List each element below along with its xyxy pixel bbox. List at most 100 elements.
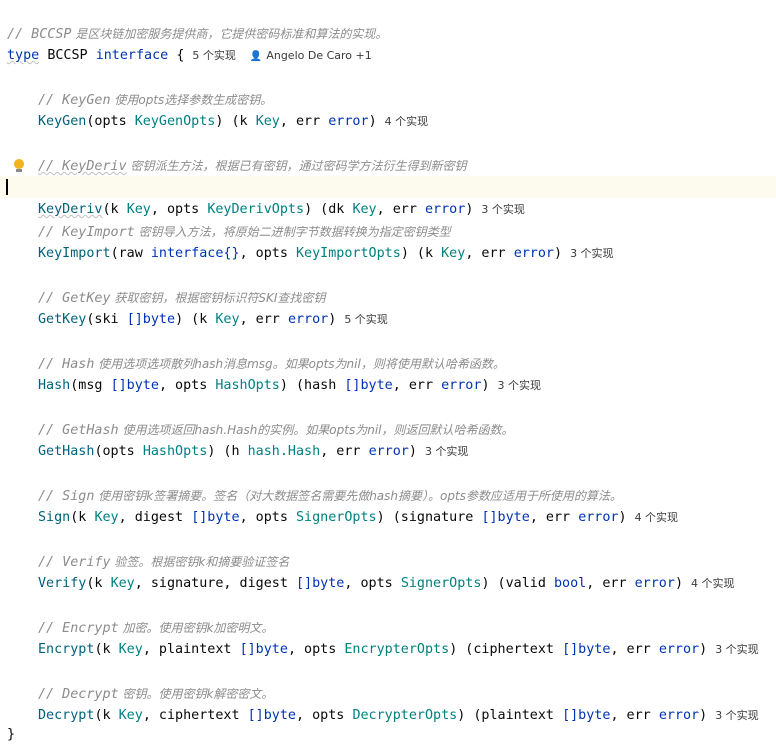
param-type[interactable]: interface{} [151,246,240,261]
return-type[interactable]: error [659,642,699,657]
param-type[interactable]: EncrypterOpts [344,642,449,657]
return-type[interactable]: error [635,576,675,591]
implementations-hint[interactable]: 3 个实现 [425,445,469,458]
return-type[interactable]: Key [256,114,280,129]
sig-text: ) (k [215,114,256,129]
return-type[interactable]: hash.Hash [248,444,321,459]
method-signature-line[interactable]: KeyDeriv(k Key, opts KeyDerivOpts) (dk K… [0,155,776,217]
sig-text: , signature, digest [134,576,296,591]
method-signature: KeyGen(opts KeyGenOpts) (k Key, err erro… [38,111,428,133]
sig-text: (k [70,510,95,525]
param-type[interactable]: []byte [111,378,159,393]
method-comment-line: // Encrypt 加密。使用密钥k加密明文。 [0,595,776,636]
sig-text: , opts [287,642,345,657]
author-hint[interactable]: 👤 Angelo De Caro +1 [250,49,372,62]
param-type[interactable]: HashOpts [215,378,280,393]
method-signature: GetHash(opts HashOpts) (h hash.Hash, err… [38,441,468,463]
implementations-hint[interactable]: 5 个实现 [192,49,236,62]
return-type[interactable]: bool [554,576,586,591]
return-type[interactable]: []byte [481,510,529,525]
method-name[interactable]: GetKey [38,312,86,327]
text-caret [6,179,8,195]
method-name[interactable]: KeyImport [38,246,111,261]
method-name[interactable]: GetHash [38,444,94,459]
implementations-hint[interactable]: 3 个实现 [570,247,614,260]
method-signature-line[interactable]: Hash(msg []byte, opts HashOpts) (hash []… [0,353,776,393]
param-type[interactable]: KeyImportOpts [296,246,401,261]
method-comment-line: // KeyImport 密钥导入方法，将原始二进制字节数据转换为指定密钥类型 [0,199,776,240]
sig-text: ) (signature [376,510,482,525]
method-signature-line[interactable]: Verify(k Key, signature, digest []byte, … [0,551,776,591]
sig-text: ) [674,576,683,591]
sig-text: ) (h [207,444,248,459]
param-type[interactable]: SignerOpts [401,576,482,591]
method-name[interactable]: Sign [38,510,70,525]
sig-text: , err [465,246,514,261]
method-signature-line[interactable]: Encrypt(k Key, plaintext []byte, opts En… [0,617,776,657]
method-name[interactable]: Verify [38,576,86,591]
implementations-hint[interactable]: 4 个实现 [635,511,679,524]
return-type[interactable]: []byte [562,642,610,657]
sig-text: ) (hash [279,378,345,393]
sig-text: (opts [94,444,143,459]
type-declaration-line[interactable]: type BCCSP interface {5 个实现 👤 Angelo De Ca… [0,23,776,63]
return-type[interactable]: error [441,378,481,393]
implementations-hint[interactable]: 5 个实现 [344,313,388,326]
sig-text: , err [279,114,329,129]
caret-line[interactable] [0,176,776,198]
interface-name[interactable]: BCCSP [47,48,87,63]
return-type[interactable]: error [514,246,554,261]
param-type[interactable]: []byte [127,312,175,327]
open-brace: { [176,48,185,63]
param-type[interactable]: HashOpts [143,444,208,459]
method-name[interactable]: KeyGen [38,114,86,129]
return-type[interactable]: []byte [344,378,392,393]
return-type[interactable]: Key [215,312,239,327]
method-signature-line[interactable]: GetHash(opts HashOpts) (h hash.Hash, err… [0,419,776,459]
return-type[interactable]: error [578,510,618,525]
implementations-hint[interactable]: 3 个实现 [715,643,759,656]
param-type[interactable]: Key [111,576,135,591]
author-name: Angelo De Caro +1 [266,49,372,62]
param-type[interactable]: []byte [240,642,288,657]
method-signature-line[interactable]: KeyGen(opts KeyGenOpts) (k Key, err erro… [0,89,776,129]
keyword-interface: interface [95,48,169,63]
method-signature: Hash(msg []byte, opts HashOpts) (hash []… [38,375,541,397]
sig-text: (msg [70,378,111,393]
implementations-hint[interactable]: 4 个实现 [691,577,735,590]
method-name[interactable]: Hash [38,378,70,393]
sig-text: , err [586,576,635,591]
method-comment-line: // KeyGen 使用opts选择参数生成密钥。 [0,67,776,108]
param-type[interactable]: KeyGenOpts [135,114,216,129]
return-type[interactable]: error [369,444,409,459]
method-name[interactable]: Encrypt [38,642,94,657]
sig-text: , err [610,642,659,657]
param-type[interactable]: []byte [191,510,239,525]
param-type[interactable]: SignerOpts [296,510,377,525]
lightbulb-icon[interactable] [13,159,25,173]
header-comment-line: // BCCSP 是区块链加密服务提供商，它提供密码标准和算法的实现。 [0,1,776,42]
method-comment-line: // Decrypt 密钥。使用密钥k解密密文。 [0,661,776,702]
method-signature-line[interactable]: Sign(k Key, digest []byte, opts SignerOp… [0,485,776,525]
sig-text: ) [368,114,377,129]
sig-text: (ski [86,312,127,327]
param-type[interactable]: Key [94,510,118,525]
sig-text: , opts [239,510,296,525]
param-type[interactable]: Key [119,642,143,657]
return-type[interactable]: error [288,312,328,327]
method-signature: KeyImport(raw interface{}, opts KeyImpor… [38,243,614,265]
sig-text: (opts [86,114,135,129]
return-type[interactable]: Key [441,246,465,261]
param-type[interactable]: []byte [296,576,344,591]
sig-text: , err [239,312,288,327]
sig-text: ) [481,378,490,393]
sig-text: ) [408,444,417,459]
method-signature-line[interactable]: KeyImport(raw interface{}, opts KeyImpor… [0,221,776,261]
sig-text: , opts [344,576,401,591]
sig-text: , opts [158,378,216,393]
method-signature-line[interactable]: GetKey(ski []byte) (k Key, err error) 5 个… [0,287,776,327]
implementations-hint[interactable]: 3 个实现 [498,379,542,392]
return-type[interactable]: error [328,114,368,129]
implementations-hint[interactable]: 4 个实现 [385,115,429,128]
sig-text: ) (k [400,246,442,261]
